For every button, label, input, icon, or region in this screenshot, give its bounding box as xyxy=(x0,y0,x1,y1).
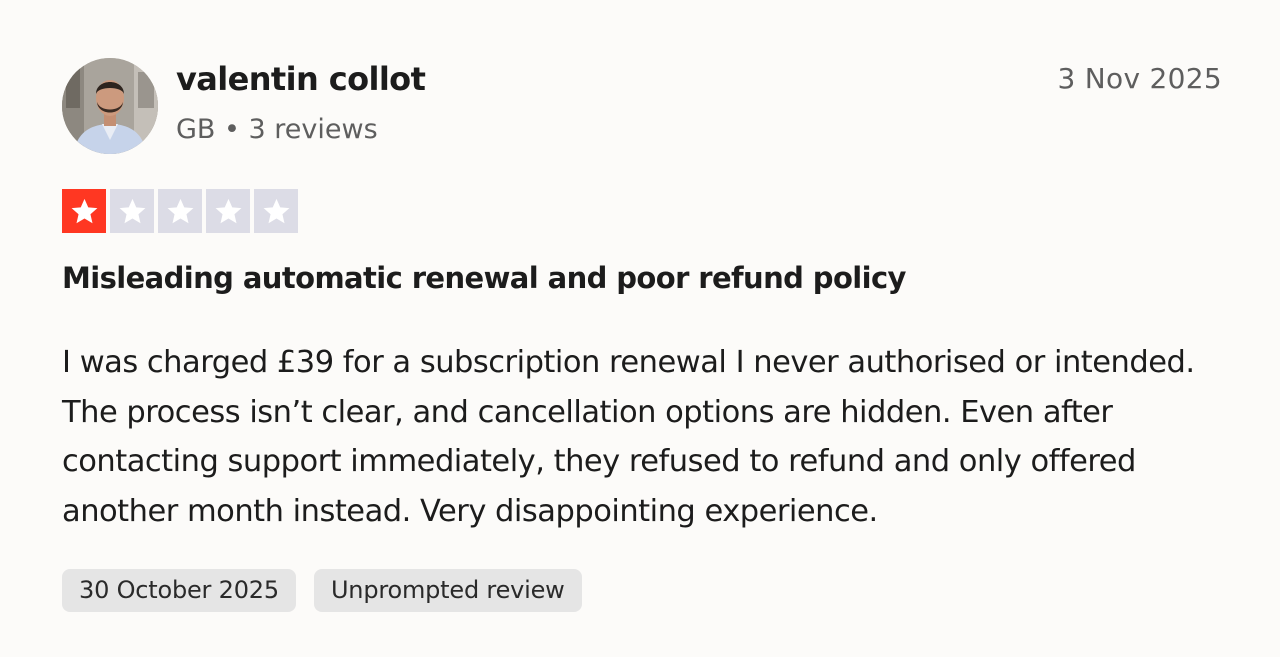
star-icon xyxy=(263,198,289,223)
star-5 xyxy=(254,189,298,233)
star-3 xyxy=(158,189,202,233)
star-1 xyxy=(62,189,106,233)
experience-date-tag: 30 October 2025 xyxy=(62,569,296,612)
review-title[interactable]: Misleading automatic renewal and poor re… xyxy=(62,261,906,295)
unprompted-review-tag[interactable]: Unprompted review xyxy=(313,569,582,612)
star-icon xyxy=(71,198,97,223)
avatar[interactable] xyxy=(62,58,158,154)
star-4 xyxy=(206,189,250,233)
star-rating xyxy=(62,189,298,233)
reviewer-meta: GB • 3 reviews xyxy=(176,114,378,145)
review-tags: 30 October 2025 Unprompted review xyxy=(62,569,582,612)
star-icon xyxy=(119,198,145,223)
star-icon xyxy=(167,198,193,223)
review-date: 3 Nov 2025 xyxy=(1057,62,1222,95)
avatar-photo xyxy=(62,58,158,154)
star-icon xyxy=(215,198,241,223)
review-card: valentin collot GB • 3 reviews 3 Nov 202… xyxy=(0,0,1280,657)
reviewer-name[interactable]: valentin collot xyxy=(176,60,426,98)
star-2 xyxy=(110,189,154,233)
review-body: I was charged £39 for a subscription ren… xyxy=(62,345,1195,529)
